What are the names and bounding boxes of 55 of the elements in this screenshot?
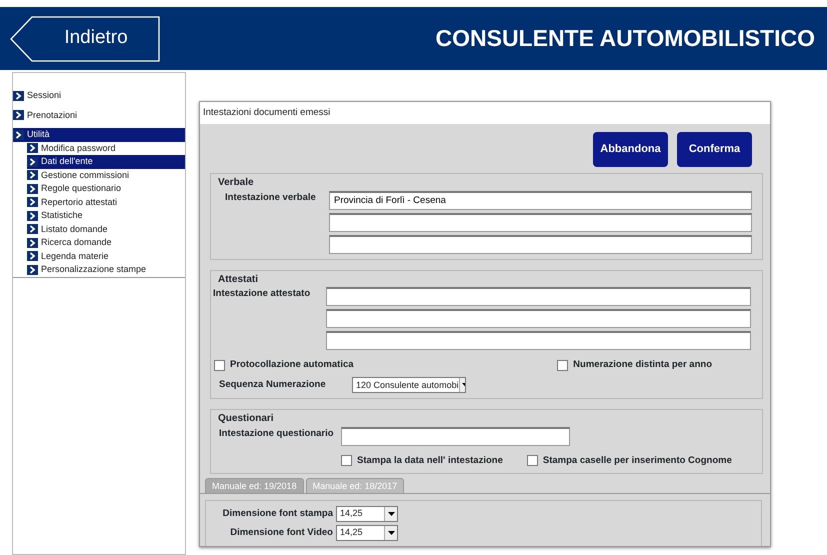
sidebar-item[interactable]: Gestione commissioni <box>27 168 185 182</box>
dropdown[interactable]: 14,25 <box>336 525 398 541</box>
chevron-icon <box>27 156 38 167</box>
sidebar-item[interactable]: Repertorio attestati <box>27 196 185 209</box>
chevron-icon <box>27 224 38 234</box>
sidebar-item[interactable]: Prenotazioni <box>13 108 185 122</box>
text-field[interactable] <box>329 212 752 232</box>
field-label: Dimensione font Video <box>229 526 333 540</box>
field-label: Intestazione questionario <box>219 426 335 441</box>
text-field[interactable]: Provincia di Forlì - Cesena <box>329 190 752 210</box>
chevron-icon <box>27 170 38 180</box>
field-label: Dimensione font stampa <box>222 506 333 521</box>
sidebar-item[interactable]: Legenda materie <box>27 250 185 263</box>
text-field[interactable] <box>329 234 752 254</box>
chevron-icon <box>13 130 24 140</box>
dropdown[interactable]: 14,25 <box>336 506 398 522</box>
checkbox[interactable]: Numerazione distinta per anno <box>557 358 712 372</box>
sidebar-item[interactable]: Ricerca domande <box>27 236 185 250</box>
dropdown[interactable]: 120 Consulente automobi <box>352 377 466 394</box>
chevron-icon <box>13 90 24 101</box>
text-field[interactable] <box>326 287 751 306</box>
chevron-icon <box>27 184 38 194</box>
sidebar-item[interactable]: Modifica password <box>27 142 185 155</box>
chevron-icon <box>27 197 38 208</box>
field-label: Intestazione attestato <box>213 287 312 301</box>
section-legend: Attestati <box>216 274 260 286</box>
checkbox[interactable]: Stampa caselle per inserimento Cognome <box>526 454 732 468</box>
caret-icon <box>388 531 394 535</box>
back-button[interactable]: Indietro <box>10 16 160 62</box>
text-field[interactable] <box>326 309 751 328</box>
checkbox[interactable]: Stampa la data nell' intestazione <box>341 454 503 468</box>
sidebar-item[interactable]: Utilità <box>13 128 185 142</box>
chevron-icon <box>27 251 38 262</box>
chevron-icon <box>27 210 38 221</box>
sidebar-item[interactable]: Statistiche <box>27 209 185 222</box>
chevron-icon <box>27 264 38 275</box>
text-field[interactable] <box>326 331 751 350</box>
chevron-icon <box>27 238 38 248</box>
dialog-button[interactable]: Abbandona <box>593 132 668 167</box>
dialog-button[interactable]: Conferma <box>677 132 752 167</box>
section-legend: Questionari <box>216 413 276 426</box>
dialog-title: Intestazioni documenti emessi <box>200 102 770 124</box>
sidebar-item[interactable]: Sessioni <box>13 89 185 102</box>
field-label: Sequenza Numerazione <box>219 378 327 392</box>
field-label: Intestazione verbale <box>224 190 317 204</box>
text-field[interactable] <box>341 426 570 446</box>
chevron-icon <box>13 110 24 120</box>
sidebar-item[interactable]: Listato domande <box>27 222 185 236</box>
chevron-icon <box>27 143 38 154</box>
sidebar-item[interactable]: Regole questionario <box>27 182 185 196</box>
caret-icon <box>388 512 394 516</box>
checkbox[interactable]: Protocollazione automatica <box>214 358 354 372</box>
app-title: CONSULENTE AUTOMOBILISTICO <box>436 24 815 54</box>
sidebar-item[interactable]: Personalizzazione stampe <box>27 263 185 276</box>
sidebar-item[interactable]: Dati dell'ente <box>27 155 185 168</box>
